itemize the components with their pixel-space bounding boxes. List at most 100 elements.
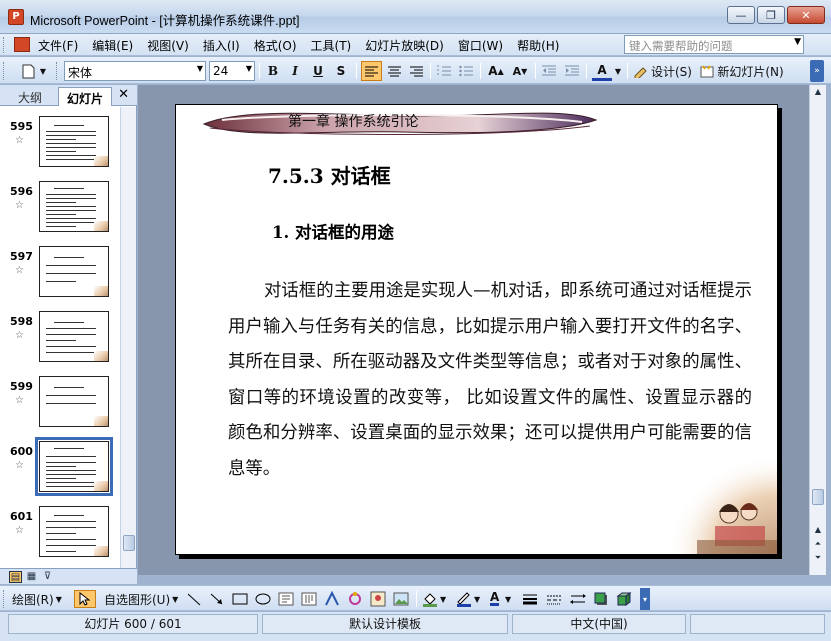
- slides-pane-scrollbar[interactable]: [120, 107, 136, 570]
- pane-close-icon[interactable]: ✕: [118, 87, 129, 102]
- slide-animation-star-icon[interactable]: ☆: [15, 265, 24, 276]
- diagram-icon[interactable]: [347, 591, 363, 607]
- dash-style-icon[interactable]: [546, 591, 562, 607]
- decrease-indent-button[interactable]: [540, 61, 558, 81]
- design-button[interactable]: 设计(S): [632, 61, 694, 81]
- menu-item-8[interactable]: 帮助(H): [517, 37, 559, 54]
- line-color-dropdown-icon[interactable]: ▼: [474, 590, 480, 608]
- select-pointer-button[interactable]: [74, 590, 96, 608]
- align-left-button[interactable]: [361, 61, 382, 81]
- line-tool-icon[interactable]: [186, 591, 202, 607]
- clip-art-icon[interactable]: [370, 591, 386, 607]
- scroll-up-icon[interactable]: ▲: [812, 525, 824, 539]
- arrow-style-icon[interactable]: [570, 591, 586, 607]
- slide-animation-star-icon[interactable]: ☆: [15, 330, 24, 341]
- slide-thumbnail-row[interactable]: 601 ☆: [0, 501, 120, 561]
- rectangle-tool-icon[interactable]: [232, 591, 248, 607]
- slide-thumbnail-row[interactable]: 597 ☆: [0, 241, 120, 301]
- menu-item-2[interactable]: 视图(V): [147, 37, 189, 54]
- slide-thumbnail[interactable]: [39, 116, 109, 167]
- chevron-down-icon[interactable]: ▼: [197, 64, 203, 73]
- align-center-button[interactable]: [385, 61, 403, 81]
- slide-thumbnail-row[interactable]: 595 ☆: [0, 111, 120, 171]
- menu-item-0[interactable]: 文件(F): [38, 37, 78, 54]
- slide-thumbnail[interactable]: [39, 181, 109, 232]
- toolbar-grip[interactable]: [3, 62, 6, 80]
- align-right-button[interactable]: [407, 61, 425, 81]
- chevron-down-icon[interactable]: ▼: [794, 37, 801, 47]
- toolbar-grip[interactable]: [3, 590, 6, 608]
- tab-outline[interactable]: 大纲: [10, 87, 50, 106]
- arrow-tool-icon[interactable]: [209, 591, 225, 607]
- underline-button[interactable]: U: [309, 61, 327, 81]
- slide-animation-star-icon[interactable]: ☆: [15, 460, 24, 471]
- font-color-dropdown-icon[interactable]: ▼: [613, 61, 623, 81]
- slide-thumbnail[interactable]: [39, 376, 109, 427]
- menu-item-1[interactable]: 编辑(E): [92, 37, 133, 54]
- toolbar-grip-2[interactable]: [56, 62, 59, 80]
- slide-sorter-view-icon[interactable]: ▦: [25, 571, 38, 583]
- slide-thumbnail[interactable]: [39, 311, 109, 362]
- shadow-button[interactable]: S: [332, 61, 350, 81]
- numbering-button[interactable]: [435, 61, 453, 81]
- next-slide-icon[interactable]: ⏷: [812, 553, 824, 567]
- font-color-button[interactable]: A: [592, 61, 612, 81]
- new-document-icon[interactable]: [18, 61, 38, 81]
- menu-item-5[interactable]: 工具(T): [311, 37, 352, 54]
- restore-button[interactable]: ❐: [757, 6, 785, 24]
- decrease-font-size-button[interactable]: A ▼: [510, 61, 530, 81]
- slide-thumbnail[interactable]: [35, 437, 113, 496]
- drawing-toolbar-overflow-button[interactable]: ▾: [640, 588, 650, 610]
- shadow-style-icon[interactable]: [593, 591, 609, 607]
- slide-animation-star-icon[interactable]: ☆: [15, 525, 24, 536]
- slide-animation-star-icon[interactable]: ☆: [15, 135, 24, 146]
- oval-tool-icon[interactable]: [255, 591, 271, 607]
- help-search-input[interactable]: 键入需要帮助的问题 ▼: [624, 35, 804, 54]
- fill-color-dropdown-icon[interactable]: ▼: [440, 590, 446, 608]
- slide-thumbnail-row[interactable]: 599 ☆: [0, 371, 120, 431]
- document-icon[interactable]: [14, 37, 30, 52]
- font-color-draw-button[interactable]: A: [490, 590, 500, 606]
- increase-indent-button[interactable]: [563, 61, 581, 81]
- slide-thumbnail-row[interactable]: 600 ☆: [0, 436, 120, 496]
- scrollbar-thumb[interactable]: [123, 535, 135, 551]
- editor-scrollbar[interactable]: ▲ ▲ ⏶ ⏷: [809, 85, 826, 575]
- toolbar-options-icon[interactable]: ▼: [38, 61, 48, 81]
- font-size-combo[interactable]: 24 ▼: [209, 61, 255, 81]
- fill-color-icon[interactable]: [422, 591, 438, 607]
- menu-item-4[interactable]: 格式(O): [254, 37, 297, 54]
- insert-picture-icon[interactable]: [393, 591, 409, 607]
- scrollbar-thumb[interactable]: [812, 489, 824, 505]
- status-design-template[interactable]: 默认设计模板: [262, 614, 508, 634]
- current-slide[interactable]: 第一章 操作系统引论 7.5.3 对话框 1. 对话框的用途 对话框的主要用途是…: [175, 104, 778, 555]
- draw-menu-button[interactable]: 绘图(R) ▼: [12, 590, 62, 608]
- text-box-icon[interactable]: [278, 591, 294, 607]
- toolbar-overflow-button[interactable]: »: [810, 60, 824, 82]
- italic-button[interactable]: I: [286, 61, 304, 81]
- minimize-button[interactable]: —: [727, 6, 755, 24]
- slide-title[interactable]: 7.5.3 对话框: [268, 160, 391, 189]
- bold-button[interactable]: B: [264, 61, 282, 81]
- powerpoint-app-icon[interactable]: P: [8, 9, 24, 25]
- line-style-icon[interactable]: [522, 591, 538, 607]
- line-color-icon[interactable]: [456, 591, 472, 607]
- slide-subtitle[interactable]: 1. 对话框的用途: [272, 219, 394, 243]
- menu-item-3[interactable]: 插入(I): [203, 37, 240, 54]
- slide-thumbnail[interactable]: [39, 246, 109, 297]
- slide-editor[interactable]: 第一章 操作系统引论 7.5.3 对话框 1. 对话框的用途 对话框的主要用途是…: [138, 85, 809, 575]
- chevron-down-icon[interactable]: ▼: [246, 64, 252, 73]
- scroll-up-icon[interactable]: ▲: [812, 87, 824, 101]
- close-button[interactable]: ✕: [787, 6, 825, 24]
- slide-thumbnail[interactable]: [39, 506, 109, 557]
- menu-item-7[interactable]: 窗口(W): [458, 37, 503, 54]
- slide-animation-star-icon[interactable]: ☆: [15, 200, 24, 211]
- slideshow-view-icon[interactable]: ⊽: [41, 571, 54, 583]
- bullets-button[interactable]: [457, 61, 475, 81]
- tab-slides[interactable]: 幻灯片: [58, 87, 113, 106]
- previous-slide-icon[interactable]: ⏶: [812, 539, 824, 553]
- vertical-text-box-icon[interactable]: [301, 591, 317, 607]
- slide-thumbnail-row[interactable]: 598 ☆: [0, 306, 120, 366]
- increase-font-size-button[interactable]: A ▲: [486, 61, 506, 81]
- normal-view-icon[interactable]: ▤: [9, 571, 22, 583]
- font-name-combo[interactable]: 宋体 ▼: [64, 61, 206, 81]
